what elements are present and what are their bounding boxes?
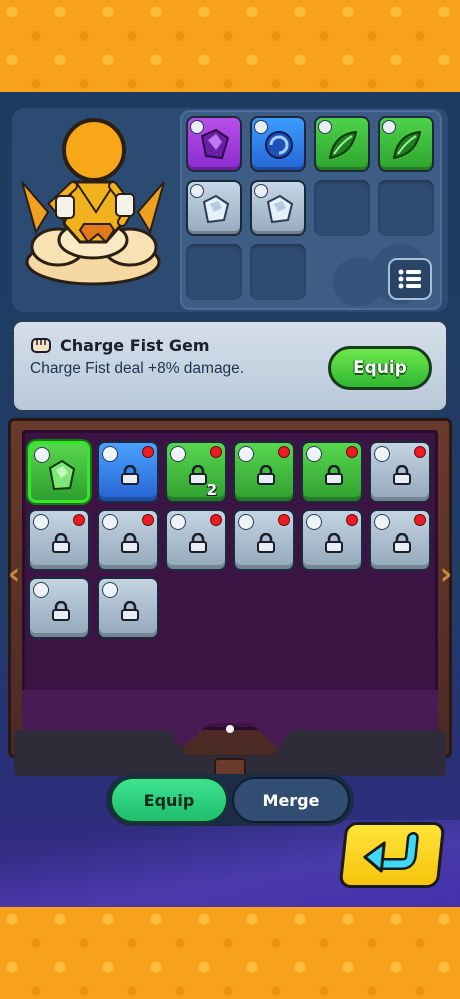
inventory-gem[interactable]: 2 xyxy=(165,441,227,503)
spikeball-icon xyxy=(238,514,254,530)
lock-icon xyxy=(393,465,411,485)
notification-dot xyxy=(210,446,222,458)
notification-dot xyxy=(142,514,154,526)
lock-icon xyxy=(325,465,343,485)
notification-dot xyxy=(73,514,85,526)
lock-icon xyxy=(393,533,411,553)
inventory-gem[interactable] xyxy=(28,509,90,571)
notification-dot xyxy=(142,446,154,458)
inventory-gem[interactable] xyxy=(301,509,363,571)
gem-list-button[interactable] xyxy=(388,258,432,300)
tornado-icon xyxy=(33,582,49,598)
bottom-pattern-band xyxy=(0,907,460,999)
page-indicator-dot[interactable] xyxy=(226,725,234,733)
notification-dot xyxy=(210,514,222,526)
fist-icon xyxy=(31,338,51,353)
notification-dot xyxy=(414,446,426,458)
list-icon xyxy=(398,269,421,289)
heart-icon xyxy=(102,446,118,462)
lightning-icon xyxy=(170,514,186,530)
spikeball-icon xyxy=(306,446,322,462)
lock-icon xyxy=(121,533,139,553)
equipped-slot-3[interactable] xyxy=(314,116,370,172)
tornado-icon xyxy=(238,446,254,462)
equipped-slot-6[interactable] xyxy=(250,180,306,236)
return-arrow-icon xyxy=(363,832,419,873)
lock-icon xyxy=(189,533,207,553)
gem-description: Charge Fist deal +8% damage. xyxy=(30,360,245,377)
character-avatar xyxy=(21,118,165,286)
swirl-icon xyxy=(33,514,49,530)
prev-page-chevron-icon[interactable]: ‹ xyxy=(4,556,24,592)
character-icon xyxy=(102,582,118,598)
lock-icon xyxy=(121,601,139,621)
equipped-slot-4[interactable] xyxy=(378,116,434,172)
lock-icon xyxy=(325,533,343,553)
inventory-gem[interactable] xyxy=(165,509,227,571)
lock-icon xyxy=(121,465,139,485)
green-leaf-icon xyxy=(328,130,358,160)
inventory-gem[interactable] xyxy=(369,509,431,571)
inventory-gem[interactable] xyxy=(301,441,363,503)
equipped-slot-2[interactable] xyxy=(250,116,306,172)
notification-dot xyxy=(278,446,290,458)
notification-dot xyxy=(346,446,358,458)
equip-gem-button[interactable]: Equip xyxy=(328,346,432,390)
next-page-chevron-icon[interactable]: › xyxy=(436,556,456,592)
gem-count: 2 xyxy=(206,481,217,499)
notification-dot xyxy=(346,514,358,526)
lock-icon xyxy=(52,533,70,553)
back-button[interactable] xyxy=(338,822,446,888)
notification-dot xyxy=(278,514,290,526)
inventory-gem[interactable] xyxy=(97,509,159,571)
green-gem-icon xyxy=(48,459,76,491)
equipped-slot-9[interactable] xyxy=(186,244,242,300)
inventory-gem[interactable] xyxy=(369,441,431,503)
inventory-gem[interactable] xyxy=(233,509,295,571)
red-burst-icon xyxy=(374,446,390,462)
lock-icon xyxy=(257,465,275,485)
gem-title: Charge Fist Gem xyxy=(60,336,210,355)
top-pattern-band xyxy=(0,0,460,92)
equipped-slot-8[interactable] xyxy=(378,180,434,236)
tab-equip[interactable]: Equip xyxy=(110,777,228,823)
gray-gem-icon xyxy=(202,194,230,224)
tab-merge[interactable]: Merge xyxy=(232,777,350,823)
blue-swirl-icon xyxy=(265,131,293,159)
equipped-slot-5[interactable] xyxy=(186,180,242,236)
lock-icon xyxy=(52,601,70,621)
equipped-slot-1[interactable] xyxy=(186,116,242,172)
notification-dot xyxy=(414,514,426,526)
green-leaf-icon xyxy=(392,130,422,160)
inventory-gem[interactable] xyxy=(28,577,90,639)
equipped-slot-10[interactable] xyxy=(250,244,306,300)
swirl-icon xyxy=(170,446,186,462)
inventory-gem[interactable] xyxy=(97,577,159,639)
inventory-gem[interactable] xyxy=(28,441,90,503)
heart-icon xyxy=(306,514,322,530)
gray-gem-icon xyxy=(266,194,294,224)
purple-crystal-icon xyxy=(200,128,230,160)
red-burst-icon xyxy=(102,514,118,530)
equipped-slot-7[interactable] xyxy=(314,180,370,236)
inventory-gem[interactable] xyxy=(233,441,295,503)
inventory-gem[interactable] xyxy=(97,441,159,503)
swirl-icon xyxy=(374,514,390,530)
lock-icon xyxy=(257,533,275,553)
